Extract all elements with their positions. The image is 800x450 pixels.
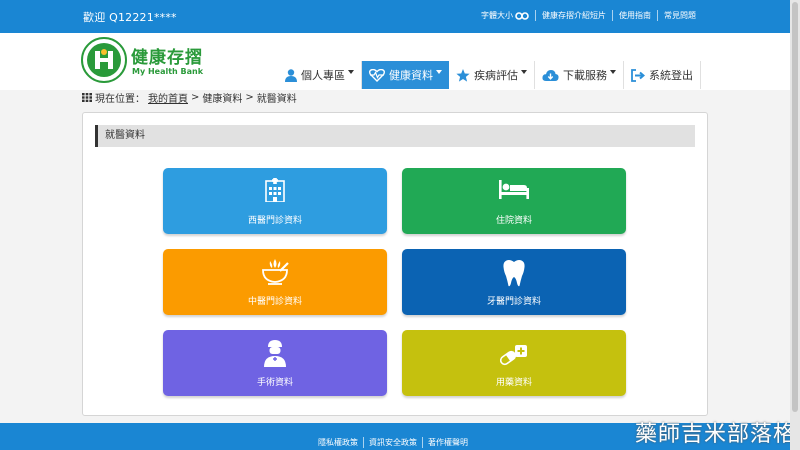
tile-chinese-medicine[interactable]: 中醫門診資料 (163, 249, 387, 315)
bed-icon (402, 178, 626, 200)
privacy-policy-link[interactable]: 隱私權政策 (318, 437, 363, 448)
tile-label: 牙醫門診資料 (486, 297, 541, 307)
nav-download[interactable]: 下載服務 (535, 61, 624, 89)
breadcrumb-home-link[interactable]: 我的首頁 (148, 90, 188, 105)
heartbeat-icon (369, 68, 385, 82)
tile-medication[interactable]: 用藥資料 (402, 330, 626, 396)
tile-label: 西醫門診資料 (247, 216, 302, 226)
faq-link[interactable]: 常見問題 (657, 10, 702, 21)
copyright-link[interactable]: 著作權聲明 (422, 437, 473, 448)
pill-icon (402, 340, 626, 366)
tile-western-outpatient[interactable]: 西醫門診資料 (163, 168, 387, 234)
font-size-toggle-icon (515, 11, 529, 20)
tooth-icon (402, 259, 626, 287)
cloud-download-icon (542, 69, 559, 82)
tile-dental[interactable]: 牙醫門診資料 (402, 249, 626, 315)
brand-name: 健康存摺 (131, 48, 203, 68)
nav-logout[interactable]: 系統登出 (624, 61, 701, 89)
breadcrumb-current: 就醫資料 (256, 94, 297, 105)
surgeon-icon (163, 340, 387, 367)
tile-surgery[interactable]: 手術資料 (163, 330, 387, 396)
tile-inpatient[interactable]: 住院資料 (402, 168, 626, 234)
nav-personal[interactable]: 個人專區 (278, 61, 362, 89)
user-guide-link[interactable]: 使用指南 (612, 10, 657, 21)
chevron-down-icon (436, 70, 442, 74)
main-nav: 個人專區 健康資料 疾病評估 下載服務 系統登出 (278, 61, 701, 89)
tile-label: 中醫門診資料 (247, 297, 302, 307)
brand-name-english: My Health Bank (132, 67, 204, 76)
user-icon (285, 68, 297, 82)
breadcrumb: 現在位置： 我的首頁 > 健康資料 > 就醫資料 (82, 90, 297, 105)
breadcrumb-separator: > (191, 92, 200, 103)
top-links: 字體大小 健康存摺介紹短片 使用指南 常見問題 (475, 10, 702, 21)
scrollbar-thumb[interactable] (792, 2, 798, 412)
tile-label: 用藥資料 (495, 378, 532, 388)
footer-links: 隱私權政策 資訊安全政策 著作權聲明 (318, 437, 473, 448)
watermark: 藥師吉米部落格 (634, 422, 796, 447)
chevron-down-icon (348, 70, 354, 74)
header: 健康存摺 My Health Bank 個人專區 健康資料 疾病評估 下載服務 … (0, 33, 790, 90)
grid-icon (82, 93, 92, 102)
security-policy-link[interactable]: 資訊安全政策 (363, 437, 422, 448)
top-bar: 歡迎 Q12221**** 字體大小 健康存摺介紹短片 使用指南 常見問題 (0, 0, 800, 33)
font-size-link[interactable]: 字體大小 (475, 10, 535, 21)
tile-label: 住院資料 (495, 216, 532, 226)
star-icon (456, 68, 470, 82)
logout-icon (631, 68, 645, 82)
nav-disease-assessment[interactable]: 疾病評估 (449, 61, 535, 89)
tile-label: 手術資料 (256, 378, 293, 388)
my-health-bank-logo[interactable] (81, 37, 127, 83)
page-scrollbar[interactable] (790, 0, 800, 450)
panel-title: 就醫資料 (95, 125, 695, 147)
hospital-icon (163, 178, 387, 202)
chevron-down-icon (521, 70, 527, 74)
breadcrumb-prefix: 現在位置： (95, 94, 145, 105)
breadcrumb-health-data: 健康資料 (202, 94, 243, 105)
welcome-text: 歡迎 Q12221**** (83, 11, 177, 24)
chevron-down-icon (610, 70, 616, 74)
intro-video-link[interactable]: 健康存摺介紹短片 (535, 10, 612, 21)
herb-mortar-icon (163, 259, 387, 285)
medical-records-panel: 就醫資料 西醫門診資料 住院資料 中醫門診資料 牙醫門診資料 手術資料 用藥資料 (82, 112, 708, 416)
breadcrumb-separator: > (245, 92, 254, 103)
nav-health-data[interactable]: 健康資料 (362, 61, 449, 89)
